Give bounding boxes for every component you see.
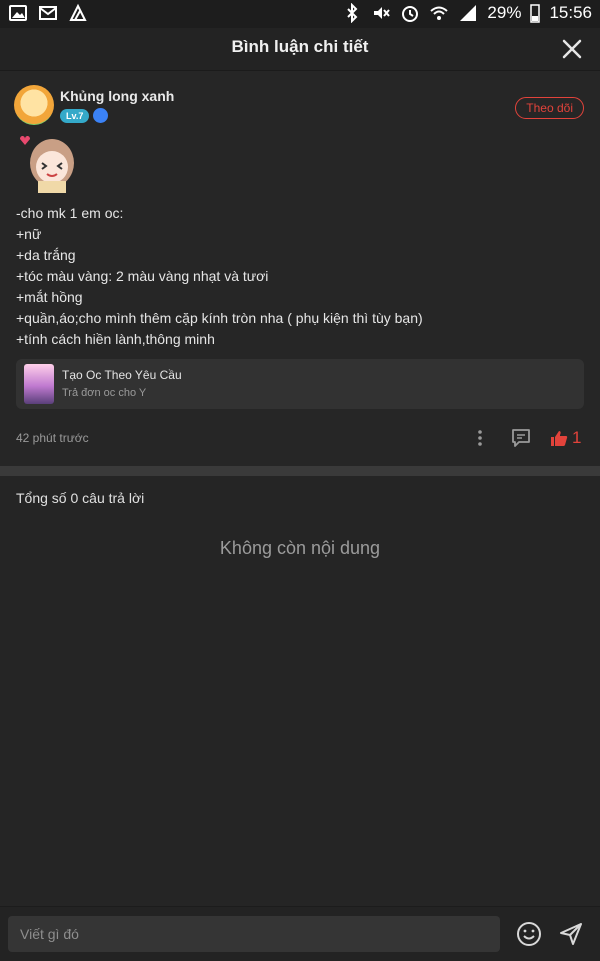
status-right-icons: 29% 15:56 — [342, 3, 592, 23]
reply-comment-icon[interactable] — [510, 427, 532, 449]
emoji-icon[interactable] — [516, 921, 542, 947]
more-options-icon[interactable] — [472, 427, 488, 449]
mute-icon — [374, 7, 391, 19]
avatar[interactable] — [14, 85, 54, 125]
empty-state: Không còn nội dung — [219, 538, 381, 558]
wifi-icon — [430, 6, 449, 20]
level-badge: Lv.7 — [60, 109, 90, 123]
verified-badge-icon — [93, 108, 108, 123]
topic-subtitle: Trả đơn oc cho Y — [62, 387, 147, 399]
status-bar: 29% 15:56 — [0, 0, 600, 28]
comment-composer — [0, 906, 600, 961]
signal-icon — [460, 5, 477, 21]
clock: 15:56 — [549, 3, 592, 22]
send-icon[interactable] — [558, 921, 584, 947]
gallery-icon — [9, 5, 27, 21]
content-line: +nữ — [16, 226, 42, 242]
email-icon — [39, 6, 57, 20]
topic-thumbnail — [24, 364, 54, 404]
timestamp: 42 phút trước — [16, 431, 89, 445]
battery-icon — [530, 4, 541, 23]
reply-count: Tổng số 0 câu trả lời — [16, 490, 145, 506]
like-count: 1 — [572, 428, 582, 447]
thumbs-up-icon — [551, 431, 568, 446]
content-line: +da trắng — [16, 247, 76, 263]
status-left-icons — [8, 3, 88, 23]
section-divider — [0, 466, 600, 476]
like-button[interactable]: 1 — [550, 427, 581, 449]
follow-button[interactable]: Theo dõi — [515, 97, 584, 119]
content-line: +tóc màu vàng: 2 màu vàng nhạt và tươi — [16, 268, 269, 284]
content-line: +mắt hồng — [16, 289, 83, 305]
content-line: +quần,áo;cho mình thêm cặp kính tròn nha… — [16, 310, 423, 326]
alarm-icon — [402, 6, 419, 22]
comment-content: -cho mk 1 em oc: +nữ +da trắng +tóc màu … — [16, 203, 423, 350]
content-line: -cho mk 1 em oc: — [16, 205, 124, 221]
app-icon — [69, 3, 87, 21]
page-title: Bình luận chi tiết — [231, 37, 369, 56]
linked-topic-card[interactable]: Tạo Oc Theo Yêu Cầu Trả đơn oc cho Y — [16, 359, 584, 409]
bluetooth-icon — [347, 3, 358, 23]
topic-title: Tạo Oc Theo Yêu Cầu — [62, 368, 182, 382]
anime-sticker-icon — [20, 136, 74, 193]
username[interactable]: Khủng long xanh — [60, 88, 174, 104]
comment-post: Khủng long xanh Lv.7 Theo dõi -cho mk 1 … — [0, 71, 600, 466]
close-icon[interactable] — [560, 37, 584, 61]
content-line: +tính cách hiền lành,thông minh — [16, 331, 215, 347]
header: Bình luận chi tiết — [0, 28, 600, 71]
comment-input[interactable] — [8, 916, 500, 952]
battery-percent: 29% — [487, 3, 522, 22]
